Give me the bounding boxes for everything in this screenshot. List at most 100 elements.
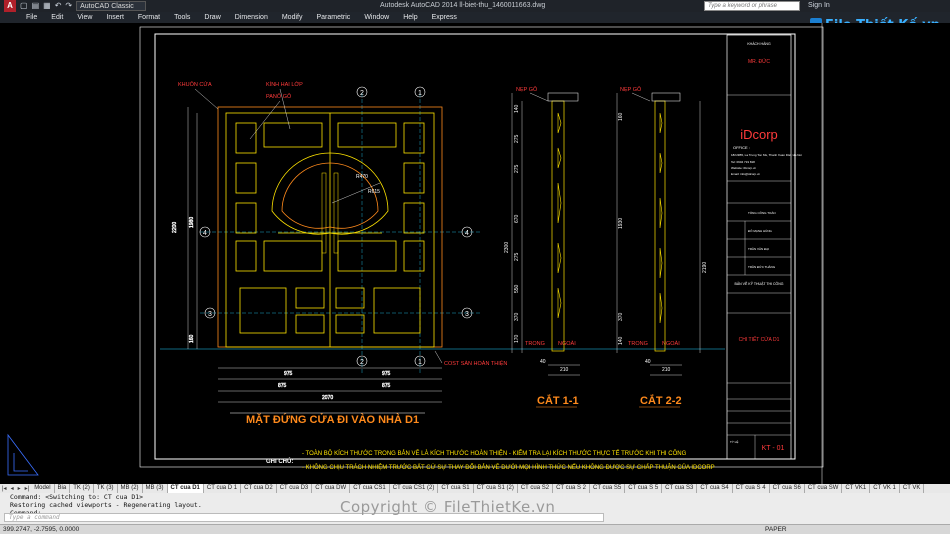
label-panel: PANÔ GỖ — [266, 93, 292, 100]
notes: GHI CHÚ: - TOÀN BỘ KÍCH THƯỚC TRONG BẢN … — [266, 449, 715, 471]
tab-layout[interactable]: MB (2) — [118, 484, 143, 493]
tb-director: TỔNG CÔNG TOÀN — [748, 210, 776, 215]
ucs-icon — [7, 433, 39, 476]
tab-layout[interactable]: CT cua S4 — [697, 484, 733, 493]
menu-file[interactable]: File — [26, 12, 37, 23]
dim-s2: 40 — [645, 359, 651, 365]
menu-view[interactable]: View — [77, 12, 92, 23]
tab-layout[interactable]: Model — [31, 484, 55, 493]
menu-modify[interactable]: Modify — [282, 12, 303, 23]
dim-s2: 370 — [618, 312, 624, 321]
tb-scale-label: TỶ LỆ — [730, 439, 738, 444]
open-icon[interactable]: ▤ — [32, 0, 40, 12]
axis-mark: 3 — [465, 311, 469, 318]
tab-layout[interactable]: CT cua CS1 (2) — [390, 484, 439, 493]
dim-bottom: 975 — [284, 371, 293, 377]
dim-s1: 275 — [514, 164, 520, 173]
save-icon[interactable]: ▦ — [43, 0, 51, 12]
cad-drawing[interactable]: KHÁCH HÀNG MR. ĐỨC iDcorp OFFICE : 18/1/… — [0, 23, 950, 484]
tb-website: Website: iDcorp.vn — [731, 166, 756, 170]
menu-express[interactable]: Express — [432, 12, 457, 23]
tab-nav-first-icon[interactable]: |◂ — [0, 485, 9, 492]
tb-drawing-name: CHI TIẾT CỬA D1 — [739, 336, 780, 343]
notes-label: GHI CHÚ: — [266, 458, 293, 465]
paper-space-toggle[interactable]: PAPER — [765, 525, 787, 534]
menu-draw[interactable]: Draw — [204, 12, 220, 23]
tab-layout[interactable]: CT cua S1 (2) — [474, 484, 518, 493]
tab-layout[interactable]: TK (2) — [70, 484, 94, 493]
label-trim-2: NẸP GỖ — [620, 86, 642, 93]
tab-layout[interactable]: Bia — [55, 484, 71, 493]
tab-nav-prev-icon[interactable]: ◂ — [9, 485, 16, 492]
tb-tel: Tel: 0904 719 818 — [731, 160, 755, 164]
dim-s1: 550 — [514, 284, 520, 293]
tab-layout[interactable]: CT cua S 2 — [553, 484, 590, 493]
tab-nav-last-icon[interactable]: ▸| — [23, 485, 32, 492]
drawing-canvas[interactable]: KHÁCH HÀNG MR. ĐỨC iDcorp OFFICE : 18/1/… — [0, 23, 950, 484]
axis-mark: 2 — [360, 90, 364, 97]
new-icon[interactable]: ▢ — [20, 0, 28, 12]
tab-layout[interactable]: CT cua DW — [312, 484, 351, 493]
menu-help[interactable]: Help — [403, 12, 417, 23]
tb-checker: TRẦN ĐỨC THẮNG — [748, 264, 776, 269]
tb-office-label: OFFICE : — [733, 145, 750, 150]
tab-layout[interactable]: CT cua S2 — [518, 484, 554, 493]
tab-layout[interactable]: CT cua SW — [805, 484, 843, 493]
dim-s1: 140 — [514, 104, 520, 113]
tab-layout[interactable]: CT cua S5 — [590, 484, 626, 493]
menu-dimension[interactable]: Dimension — [235, 12, 268, 23]
axis-mark: 3 — [208, 311, 212, 318]
tab-layout[interactable]: CT cua S1 — [438, 484, 474, 493]
tab-layout[interactable]: CT VK1 — [842, 484, 871, 493]
redo-icon[interactable]: ↷ — [65, 0, 72, 12]
title-block: KHÁCH HÀNG MR. ĐỨC iDcorp OFFICE : 18/1/… — [726, 34, 802, 460]
tab-layout[interactable]: CT cua D3 — [277, 484, 313, 493]
tab-layout[interactable]: CT cua S6 — [770, 484, 805, 493]
menu-insert[interactable]: Insert — [106, 12, 124, 23]
dim-s2: 210 — [662, 367, 671, 373]
tab-layout[interactable]: CT VK — [900, 484, 925, 493]
workspace-dropdown[interactable]: AutoCAD Classic — [76, 1, 147, 11]
menu-window[interactable]: Window — [364, 12, 389, 23]
dim-s2: 140 — [618, 336, 624, 345]
menu-parametric[interactable]: Parametric — [316, 12, 350, 23]
undo-icon[interactable]: ↶ — [55, 0, 62, 12]
app-menu-button[interactable]: A — [4, 0, 16, 12]
tb-email: Email: info@idcorp.vn — [731, 172, 761, 176]
tab-layout[interactable]: CT cua S 4 — [733, 484, 770, 493]
tab-layout[interactable]: CT cua D2 — [241, 484, 277, 493]
dimensions: 975 975 875 875 2070 2200 1980 160 — [172, 107, 442, 403]
menu-tools[interactable]: Tools — [174, 12, 190, 23]
menu-edit[interactable]: Edit — [51, 12, 63, 23]
callouts: KHUÔN CỬA KÍNH HAI LỚP PANÔ GỖ NẸP GỖ NẸ… — [178, 81, 680, 367]
tab-layout[interactable]: CT VK 1 — [870, 484, 900, 493]
title-main: MẶT ĐỨNG CỬA ĐI VÀO NHÀ D1 — [246, 413, 419, 426]
dim-s1: 40 — [540, 359, 546, 365]
tab-nav-next-icon[interactable]: ▸ — [16, 485, 23, 492]
tab-layout[interactable]: CT cua CS1 — [350, 484, 390, 493]
tb-drawer: TRẦN VĂN ĐẠI — [748, 247, 769, 251]
dim-s1: 275 — [514, 252, 520, 261]
tb-company: iDcorp — [740, 127, 778, 142]
label-trim-1: NẸP GỖ — [516, 86, 538, 93]
sign-in-button[interactable]: Sign In — [808, 0, 830, 12]
section-2-2: 160 1930 2190 370 140 210 40 — [616, 92, 708, 376]
tab-layout[interactable]: CT cua S 5 — [625, 484, 663, 493]
note-2: - KHÔNG CHỊU TRÁCH NHIỆM TRƯỚC BẤT CỨ SỰ… — [302, 463, 715, 471]
tab-layout-active[interactable]: CT cua D1 — [167, 484, 204, 493]
dim-bottom: 875 — [382, 383, 391, 389]
tab-layout[interactable]: MB (3) — [143, 484, 168, 493]
tab-layout[interactable]: CT cua S3 — [662, 484, 698, 493]
status-bar: 399.2747, -2.7595, 0.0000 PAPER — [0, 524, 950, 534]
note-1: - TOÀN BỘ KÍCH THƯỚC TRONG BẢN VẼ LÀ KÍC… — [302, 449, 687, 457]
tab-layout[interactable]: TK (3) — [94, 484, 118, 493]
layout-tabs: |◂ ◂ ▸ ▸| Model Bia TK (2) TK (3) MB (2)… — [0, 484, 950, 493]
dim-s1: 210 — [560, 367, 569, 373]
tab-layout[interactable]: CT cua D 1 — [204, 484, 242, 493]
dim-s2: 2190 — [702, 262, 708, 273]
menu-bar: File Edit View Insert Format Tools Draw … — [0, 12, 950, 23]
search-input[interactable]: Type a keyword or phrase — [704, 1, 800, 11]
menu-format[interactable]: Format — [138, 12, 160, 23]
tb-sheet-no: KT - 01 — [762, 445, 785, 452]
dim-s1: 275 — [514, 134, 520, 143]
